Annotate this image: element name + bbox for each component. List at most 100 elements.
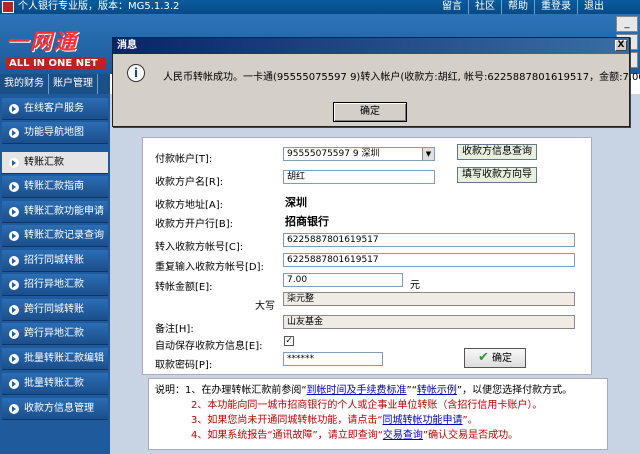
fee-standard-link[interactable]: 到帐时间及手续费标准 <box>307 385 407 396</box>
arrow-bullet-icon <box>9 256 19 266</box>
arrow-bullet-icon <box>9 280 19 290</box>
arrow-bullet-icon <box>9 158 19 168</box>
arrow-bullet-icon <box>9 104 19 114</box>
checkmark-icon: ✔ <box>478 350 489 365</box>
remark-input[interactable]: 山友基金 <box>283 315 575 329</box>
message-dialog: 消息 X i 人民币转帐成功。一卡通(95555075597 9)转入帐户(收款… <box>112 37 640 127</box>
sidebar-item-cmb-same-city[interactable]: 招行同城转账 <box>2 250 108 272</box>
pay-account-select[interactable]: 95555075597 9 深圳 ▼ <box>283 147 435 161</box>
sidebar-item-label: 转账汇款指南 <box>24 181 84 192</box>
link-exit[interactable]: 退出 <box>577 0 610 14</box>
logo: 一网通 ALL IN ONE NET <box>6 24 106 70</box>
account-no-label: 转入收款方帐号[C]: <box>155 242 244 253</box>
arrow-bullet-icon <box>9 231 19 241</box>
dialog-ok-button[interactable]: 确定 <box>333 102 407 122</box>
sidebar-item-transfer-records[interactable]: 转账汇款记录查询 <box>2 225 108 247</box>
note-line-3: 3、如果您尚未开通同城转帐功能，请点击“同城转帐功能申请”。 <box>155 413 601 428</box>
sidebar: 在线客户服务 功能导航地图 转账汇款 转账汇款指南 转账汇款功能申请 转账汇款记… <box>0 94 110 454</box>
payee-wizard-button[interactable]: 填写收款方向导 <box>457 167 537 183</box>
sidebar-item-label: 收款方信息管理 <box>24 403 94 414</box>
note-text: ”。 <box>462 415 478 426</box>
note-line-4: 4、如果系统报告“通讯故障”，请立即查询“交易查询”确认交易是否成功。 <box>155 428 601 443</box>
payee-address-label: 收款方地址[A]: <box>155 200 224 211</box>
app-icon <box>2 1 14 13</box>
payee-bank-value: 招商银行 <box>285 215 329 228</box>
arrow-bullet-icon <box>9 379 19 389</box>
same-city-apply-link[interactable]: 同城转帐功能申请 <box>383 415 463 426</box>
sidebar-item-cmb-remote[interactable]: 招行异地汇款 <box>2 274 108 296</box>
arrow-bullet-icon <box>9 329 19 339</box>
chevron-down-icon: ▼ <box>422 148 434 160</box>
sidebar-item-label: 跨行同城转账 <box>24 304 84 315</box>
link-help[interactable]: 帮助 <box>501 0 534 14</box>
arrow-bullet-icon <box>9 207 19 217</box>
payee-info-query-button[interactable]: 收款方信息查询 <box>457 144 537 160</box>
amount-unit: 元 <box>410 280 420 291</box>
sidebar-item-label: 转账汇款 <box>24 157 64 168</box>
remark-label: 备注[H]: <box>155 324 194 335</box>
sidebar-item-label: 招行同城转账 <box>24 255 84 266</box>
sidebar-item-label: 在线客户服务 <box>24 103 84 114</box>
logo-main: 一网通 <box>6 30 79 55</box>
note-text: 4、如果系统报告“通讯故障”，请立即查询“ <box>191 430 383 441</box>
link-community[interactable]: 社区 <box>468 0 501 14</box>
account-no-input[interactable]: 6225887801619517 <box>283 233 575 247</box>
account-no-repeat-label: 重复输入收款方帐号[D]: <box>155 262 264 273</box>
uppercase-label: 大写 <box>255 301 275 312</box>
sidebar-item-online-service[interactable]: 在线客户服务 <box>2 98 108 120</box>
payee-name-input[interactable]: 胡红 <box>283 170 435 184</box>
title-bar: 个人银行专业版，版本：MG5.1.3.2 留言 社区 帮助 重登录 退出 <box>0 0 640 14</box>
sidebar-item-payee-management[interactable]: 收款方信息管理 <box>2 398 108 420</box>
note-text: 1、在办理转帐汇款前参阅“ <box>185 385 307 396</box>
sidebar-item-batch-edit[interactable]: 批量转账汇款编辑 <box>2 348 108 370</box>
tab-account-management[interactable]: 账户管理 <box>49 74 98 94</box>
arrow-bullet-icon <box>9 404 19 414</box>
tab-my-finance[interactable]: 我的财务 <box>0 74 49 94</box>
note-line-1: 说明：1、在办理转帐汇款前参阅“到帐时间及手续费标准”“转帐示例”，以便您选择付… <box>155 383 601 398</box>
sidebar-item-batch-transfer[interactable]: 批量转账汇款 <box>2 373 108 395</box>
password-label: 取款密码[P]: <box>155 360 213 371</box>
sidebar-item-transfer-apply[interactable]: 转账汇款功能申请 <box>2 201 108 223</box>
arrow-bullet-icon <box>9 182 19 192</box>
note-prefix: 说明： <box>155 385 185 396</box>
logo-sub: ALL IN ONE NET <box>6 57 106 70</box>
sidebar-item-label: 批量转账汇款编辑 <box>24 353 104 364</box>
pay-account-value: 95555075597 9 深圳 <box>287 149 380 159</box>
nav-tabs: 我的财务 账户管理 <box>0 74 110 94</box>
pay-account-label: 付款帐户[T]: <box>155 154 213 165</box>
payee-address-value: 深圳 <box>285 196 307 209</box>
link-message[interactable]: 留言 <box>436 0 468 14</box>
arrow-bullet-icon <box>9 354 19 364</box>
sidebar-item-interbank-same-city[interactable]: 跨行同城转账 <box>2 299 108 321</box>
dialog-close-button[interactable]: X <box>615 40 627 51</box>
info-icon: i <box>127 64 145 82</box>
sidebar-item-transfer-guide[interactable]: 转账汇款指南 <box>2 176 108 198</box>
payee-name-label: 收款方户名[R]: <box>155 177 224 188</box>
sidebar-item-transfer[interactable]: 转账汇款 <box>2 152 108 174</box>
sidebar-item-nav-map[interactable]: 功能导航地图 <box>2 122 108 144</box>
bank-app-window: 个人银行专业版，版本：MG5.1.3.2 留言 社区 帮助 重登录 退出 一网通… <box>0 0 640 454</box>
minimize-button[interactable]: _ <box>616 16 638 32</box>
sidebar-item-label: 招行异地汇款 <box>24 279 84 290</box>
auto-save-label: 自动保存收款方信息[E]: <box>155 341 263 352</box>
confirm-button[interactable]: ✔ 确定 <box>464 348 526 368</box>
note-text: ”确认交易是否成功。 <box>422 430 519 441</box>
note-text: 3、如果您尚未开通同城转帐功能，请点击“ <box>191 415 383 426</box>
password-input[interactable]: ****** <box>283 352 383 366</box>
top-links: 留言 社区 帮助 重登录 退出 <box>436 0 610 14</box>
window-title: 个人银行专业版，版本：MG5.1.3.2 <box>18 1 180 12</box>
auto-save-checkbox[interactable]: ✓ <box>284 336 294 346</box>
amount-label: 转帐金额[E]: <box>155 282 213 293</box>
transfer-example-link[interactable]: 转帐示例 <box>417 385 457 396</box>
uppercase-amount-field: 柒元整 <box>283 292 575 306</box>
sidebar-item-label: 功能导航地图 <box>24 127 84 138</box>
note-line-2: 2、本功能向同一城市招商银行的个人或企事业单位转账（含招行信用卡账户）。 <box>191 400 543 411</box>
amount-input[interactable]: 7.00 <box>283 273 403 287</box>
dialog-title-bar: 消息 X <box>113 38 629 54</box>
sidebar-item-label: 转账汇款功能申请 <box>24 206 104 217</box>
link-relogin[interactable]: 重登录 <box>534 0 577 14</box>
sidebar-item-interbank-remote[interactable]: 跨行异地汇款 <box>2 323 108 345</box>
arrow-bullet-icon <box>9 305 19 315</box>
account-no-repeat-input[interactable]: 6225887801619517 <box>283 253 575 267</box>
transaction-query-link[interactable]: 交易查询 <box>383 430 423 441</box>
